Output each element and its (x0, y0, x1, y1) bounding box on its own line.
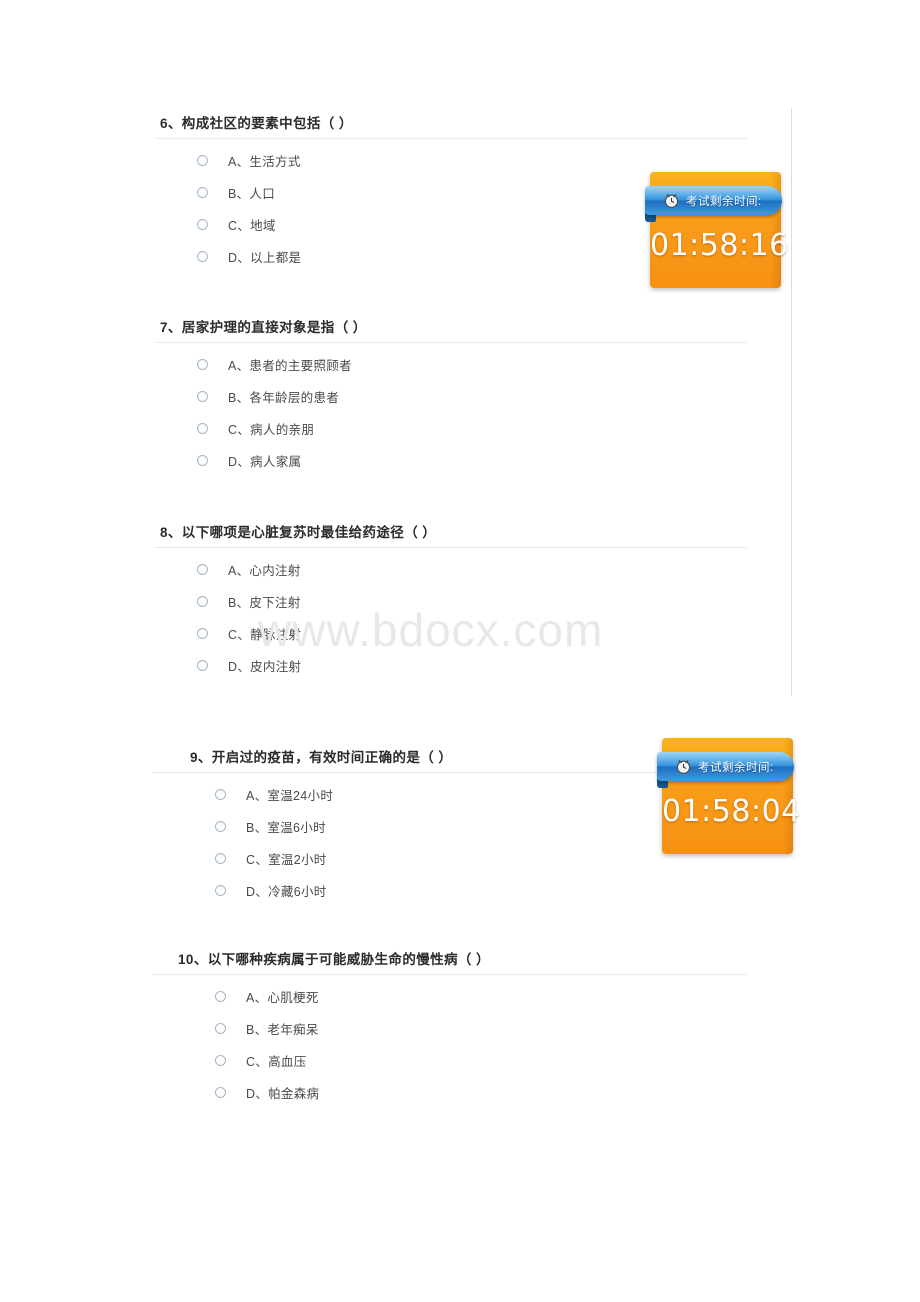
question-divider (152, 974, 748, 975)
option-row[interactable]: C、病人的亲朋 (197, 412, 352, 444)
option-row[interactable]: A、心内注射 (197, 553, 301, 585)
timer-value: 01:58:16 (650, 228, 789, 263)
option-label: D、病人家属 (228, 454, 302, 469)
option-row[interactable]: C、静脉注射 (197, 617, 301, 649)
option-list: A、心肌梗死 B、老年痴呆 C、高血压 D、帕金森病 (215, 980, 319, 1108)
question-title: 7、居家护理的直接对象是指（ ） (160, 320, 367, 335)
option-label: A、室温24小时 (246, 788, 334, 803)
option-label: C、高血压 (246, 1054, 307, 1069)
radio-button-icon[interactable] (215, 852, 226, 864)
option-label: B、人口 (228, 186, 276, 201)
question-title: 8、以下哪项是心脏复苏时最佳给药途径（ ） (160, 525, 437, 540)
clock-icon (675, 758, 692, 775)
option-row[interactable]: A、心肌梗死 (215, 980, 319, 1012)
radio-button-icon[interactable] (197, 390, 208, 402)
radio-button-icon[interactable] (197, 250, 208, 262)
radio-button-icon[interactable] (215, 1054, 226, 1066)
option-label: A、生活方式 (228, 154, 301, 169)
site-watermark: www.bdocx.com (258, 604, 604, 656)
radio-button-icon[interactable] (197, 627, 208, 639)
option-label: D、冷藏6小时 (246, 884, 327, 899)
radio-button-icon[interactable] (215, 788, 226, 800)
radio-button-icon[interactable] (197, 218, 208, 230)
option-row[interactable]: B、室温6小时 (215, 810, 333, 842)
option-row[interactable]: C、室温2小时 (215, 842, 333, 874)
option-label: A、心肌梗死 (246, 990, 319, 1005)
exam-page: 6、构成社区的要素中包括（ ） A、生活方式 B、人口 C、地域 D、以上都是 … (0, 0, 920, 1302)
option-label: C、地域 (228, 218, 276, 233)
question-divider (155, 547, 748, 548)
option-label: C、室温2小时 (246, 852, 327, 867)
radio-button-icon[interactable] (197, 358, 208, 370)
option-row[interactable]: A、生活方式 (197, 144, 301, 176)
question-divider (155, 138, 748, 139)
option-list: A、室温24小时 B、室温6小时 C、室温2小时 D、冷藏6小时 (215, 778, 333, 906)
option-row[interactable]: B、老年痴呆 (215, 1012, 319, 1044)
radio-button-icon[interactable] (197, 186, 208, 198)
radio-button-icon[interactable] (197, 454, 208, 466)
clock-icon (663, 192, 680, 209)
radio-button-icon[interactable] (215, 820, 226, 832)
timer-banner: 考试剩余时间: (645, 186, 782, 215)
option-label: B、各年龄层的患者 (228, 390, 340, 405)
timer-label: 考试剩余时间: (698, 761, 774, 774)
option-label: C、静脉注射 (228, 627, 302, 642)
timer-label: 考试剩余时间: (686, 195, 762, 208)
question-title: 10、以下哪种疾病属于可能威胁生命的慢性病（ ） (178, 952, 490, 967)
timer-banner: 考试剩余时间: (657, 752, 794, 781)
radio-button-icon[interactable] (215, 1086, 226, 1098)
option-row[interactable]: D、冷藏6小时 (215, 874, 333, 906)
radio-button-icon[interactable] (197, 154, 208, 166)
option-row[interactable]: D、皮内注射 (197, 649, 301, 681)
option-label: D、皮内注射 (228, 659, 302, 674)
radio-button-icon[interactable] (197, 563, 208, 575)
content-right-divider (791, 108, 792, 696)
option-row[interactable]: B、各年龄层的患者 (197, 380, 352, 412)
radio-button-icon[interactable] (197, 659, 208, 671)
timer-value: 01:58:04 (662, 794, 801, 829)
option-row[interactable]: D、病人家属 (197, 444, 352, 476)
exam-countdown-timer: 考试剩余时间: 01:58:16 (645, 172, 789, 288)
option-row[interactable]: A、患者的主要照顾者 (197, 348, 352, 380)
option-label: B、老年痴呆 (246, 1022, 319, 1037)
radio-button-icon[interactable] (197, 595, 208, 607)
option-row[interactable]: D、以上都是 (197, 240, 301, 272)
option-label: A、患者的主要照顾者 (228, 358, 352, 373)
question-title: 9、开启过的疫苗，有效时间正确的是（ ） (190, 750, 453, 765)
option-list: A、心内注射 B、皮下注射 C、静脉注射 D、皮内注射 (197, 553, 301, 681)
option-row[interactable]: B、人口 (197, 176, 301, 208)
option-label: B、皮下注射 (228, 595, 301, 610)
question-title: 6、构成社区的要素中包括（ ） (160, 116, 353, 131)
option-label: A、心内注射 (228, 563, 301, 578)
option-label: C、病人的亲朋 (228, 422, 315, 437)
option-list: A、患者的主要照顾者 B、各年龄层的患者 C、病人的亲朋 D、病人家属 (197, 348, 352, 476)
question-divider (155, 342, 748, 343)
radio-button-icon[interactable] (215, 1022, 226, 1034)
option-label: B、室温6小时 (246, 820, 326, 835)
radio-button-icon[interactable] (197, 422, 208, 434)
option-row[interactable]: D、帕金森病 (215, 1076, 319, 1108)
radio-button-icon[interactable] (215, 990, 226, 1002)
option-label: D、帕金森病 (246, 1086, 320, 1101)
option-list: A、生活方式 B、人口 C、地域 D、以上都是 (197, 144, 301, 272)
option-row[interactable]: B、皮下注射 (197, 585, 301, 617)
exam-countdown-timer: 考试剩余时间: 01:58:04 (657, 738, 801, 854)
option-label: D、以上都是 (228, 250, 302, 265)
radio-button-icon[interactable] (215, 884, 226, 896)
option-row[interactable]: A、室温24小时 (215, 778, 333, 810)
option-row[interactable]: C、地域 (197, 208, 301, 240)
option-row[interactable]: C、高血压 (215, 1044, 319, 1076)
